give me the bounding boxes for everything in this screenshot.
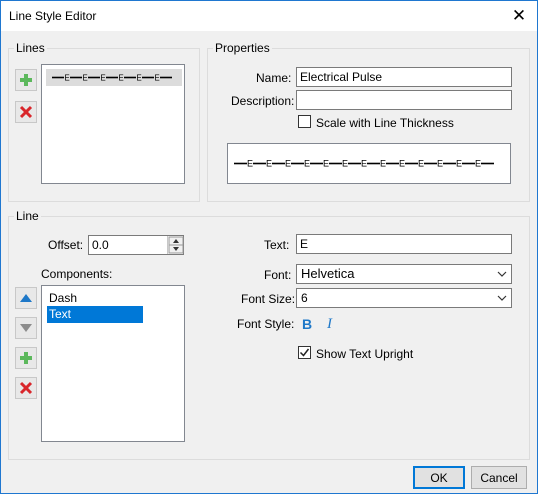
window-title: Line Style Editor xyxy=(9,9,97,23)
preview-letter: E xyxy=(136,73,141,82)
delete-x-icon xyxy=(19,381,33,395)
preview-letter: E xyxy=(64,73,69,82)
preview-letter: E xyxy=(437,159,443,169)
preview-letter: E xyxy=(361,159,367,169)
name-field[interactable]: Electrical Pulse xyxy=(296,67,512,87)
close-icon[interactable]: ✕ xyxy=(505,2,533,30)
preview-letter: E xyxy=(100,73,105,82)
description-field[interactable] xyxy=(296,90,512,110)
preview-letter: E xyxy=(304,159,310,169)
move-down-button[interactable] xyxy=(15,317,37,339)
preview-letter: E xyxy=(475,159,481,169)
remove-component-button[interactable] xyxy=(15,377,37,399)
delete-x-icon xyxy=(19,105,33,119)
preview-letter: E xyxy=(154,73,159,82)
remove-line-button[interactable] xyxy=(15,101,37,123)
preview-letter: E xyxy=(380,159,386,169)
line-preview-large: EEEEEEEEEEEEE xyxy=(234,159,494,169)
preview-letter: E xyxy=(118,73,123,82)
list-item[interactable]: EEEEEE xyxy=(46,69,182,86)
preview-letter: E xyxy=(418,159,424,169)
arrow-down-icon xyxy=(20,324,32,332)
preview-letter: E xyxy=(266,159,272,169)
font-size-label: Font Size: xyxy=(241,292,296,306)
preview-letter: E xyxy=(285,159,291,169)
lines-list[interactable]: EEEEEE xyxy=(41,64,185,184)
component-text[interactable]: Text xyxy=(47,306,143,323)
plus-icon xyxy=(20,352,32,364)
line-preview-box: EEEEEEEEEEEEE xyxy=(227,143,511,184)
font-size-dropdown[interactable]: 6 xyxy=(296,288,512,308)
offset-spinner[interactable] xyxy=(167,236,184,254)
line-preview-small: EEEEEE xyxy=(52,73,172,82)
component-dash[interactable]: Dash xyxy=(47,290,143,307)
preview-letter: E xyxy=(247,159,253,169)
spin-arrows-icon xyxy=(168,236,184,254)
arrow-up-icon xyxy=(20,294,32,302)
line-group-label: Line xyxy=(14,209,41,223)
plus-icon xyxy=(20,74,32,86)
properties-group-label: Properties xyxy=(213,41,272,55)
title-bar: Line Style Editor ✕ xyxy=(1,1,537,31)
preview-letter: E xyxy=(323,159,329,169)
cancel-button[interactable]: Cancel xyxy=(471,466,527,489)
preview-letter: E xyxy=(342,159,348,169)
add-component-button[interactable] xyxy=(15,347,37,369)
components-list[interactable]: Dash Text xyxy=(41,285,185,442)
preview-letter: E xyxy=(82,73,87,82)
font-dropdown-value: Helvetica xyxy=(301,266,355,281)
description-label: Description: xyxy=(231,94,295,108)
offset-label: Offset: xyxy=(48,238,84,252)
scale-with-thickness-checkbox[interactable] xyxy=(298,115,311,128)
chevron-down-icon xyxy=(497,295,507,301)
italic-button[interactable]: I xyxy=(327,316,332,333)
name-label: Name: xyxy=(256,71,292,85)
font-style-label: Font Style: xyxy=(237,317,295,331)
font-label: Font: xyxy=(264,268,292,282)
checkmark-icon xyxy=(299,348,310,357)
scale-with-thickness-label: Scale with Line Thickness xyxy=(316,116,454,130)
components-label: Components: xyxy=(41,267,113,281)
font-dropdown[interactable]: Helvetica xyxy=(296,264,512,284)
ok-button[interactable]: OK xyxy=(413,466,465,489)
show-text-upright-checkbox[interactable] xyxy=(298,346,311,359)
show-text-upright-label: Show Text Upright xyxy=(316,347,414,361)
add-line-button[interactable] xyxy=(15,69,37,91)
chevron-down-icon xyxy=(497,271,507,277)
preview-letter: E xyxy=(399,159,405,169)
preview-letter: E xyxy=(456,159,462,169)
move-up-button[interactable] xyxy=(15,287,37,309)
lines-group-label: Lines xyxy=(14,41,47,55)
line-style-editor-window: Line Style Editor ✕ Lines E E E E E E Propert… xyxy=(0,0,538,494)
bold-button[interactable]: B xyxy=(302,316,312,332)
text-field[interactable]: E xyxy=(296,234,512,254)
text-label: Text: xyxy=(264,238,290,252)
font-size-value: 6 xyxy=(301,291,308,305)
